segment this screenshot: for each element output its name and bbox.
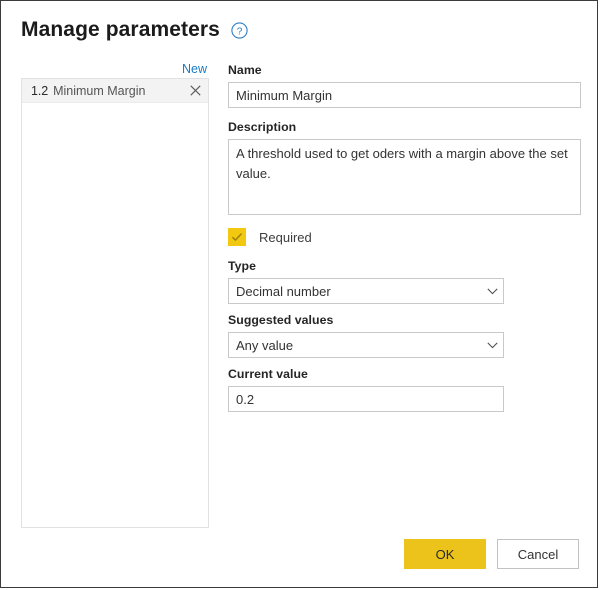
required-checkbox-row[interactable]: Required <box>228 227 328 247</box>
chevron-down-icon[interactable] <box>481 279 503 303</box>
current-value-field-label: Current value <box>228 367 308 381</box>
parameter-type-badge: 1.2 <box>31 83 49 98</box>
dialog-header: Manage parameters ? <box>21 17 248 43</box>
description-field-label: Description <box>228 120 297 134</box>
type-select-value: Decimal number <box>236 283 331 299</box>
required-checkbox[interactable] <box>228 228 246 246</box>
cancel-button[interactable]: Cancel <box>497 539 579 569</box>
suggested-values-select[interactable]: Any value <box>228 332 504 358</box>
page-title: Manage parameters <box>21 18 220 41</box>
new-parameter-link[interactable]: New <box>1 61 209 77</box>
description-textarea[interactable] <box>228 139 581 215</box>
new-parameter-label: New <box>181 62 207 76</box>
required-label: Required <box>259 229 312 245</box>
parameter-form: Name Description Required Type Decimal n… <box>228 63 581 412</box>
suggested-values-select-value: Any value <box>236 337 294 353</box>
svg-text:?: ? <box>237 26 243 37</box>
manage-parameters-dialog: Manage parameters ? New 1.2 Minimum Marg… <box>0 0 598 588</box>
dialog-footer: OK Cancel <box>404 539 579 569</box>
chevron-down-icon[interactable] <box>481 333 503 357</box>
type-field-label: Type <box>228 259 256 273</box>
help-circle-icon[interactable]: ? <box>231 21 248 39</box>
name-input[interactable] <box>228 82 581 108</box>
checkmark-icon <box>231 233 243 242</box>
name-field-label: Name <box>228 63 262 77</box>
parameter-name-label: Minimum Margin <box>53 83 146 98</box>
list-item[interactable]: 1.2 Minimum Margin <box>22 79 208 103</box>
parameter-list: 1.2 Minimum Margin <box>21 78 209 528</box>
type-select[interactable]: Decimal number <box>228 278 504 304</box>
suggested-values-field-label: Suggested values <box>228 313 334 327</box>
close-x-icon[interactable] <box>188 84 202 98</box>
current-value-input[interactable] <box>228 386 504 412</box>
ok-button[interactable]: OK <box>404 539 486 569</box>
